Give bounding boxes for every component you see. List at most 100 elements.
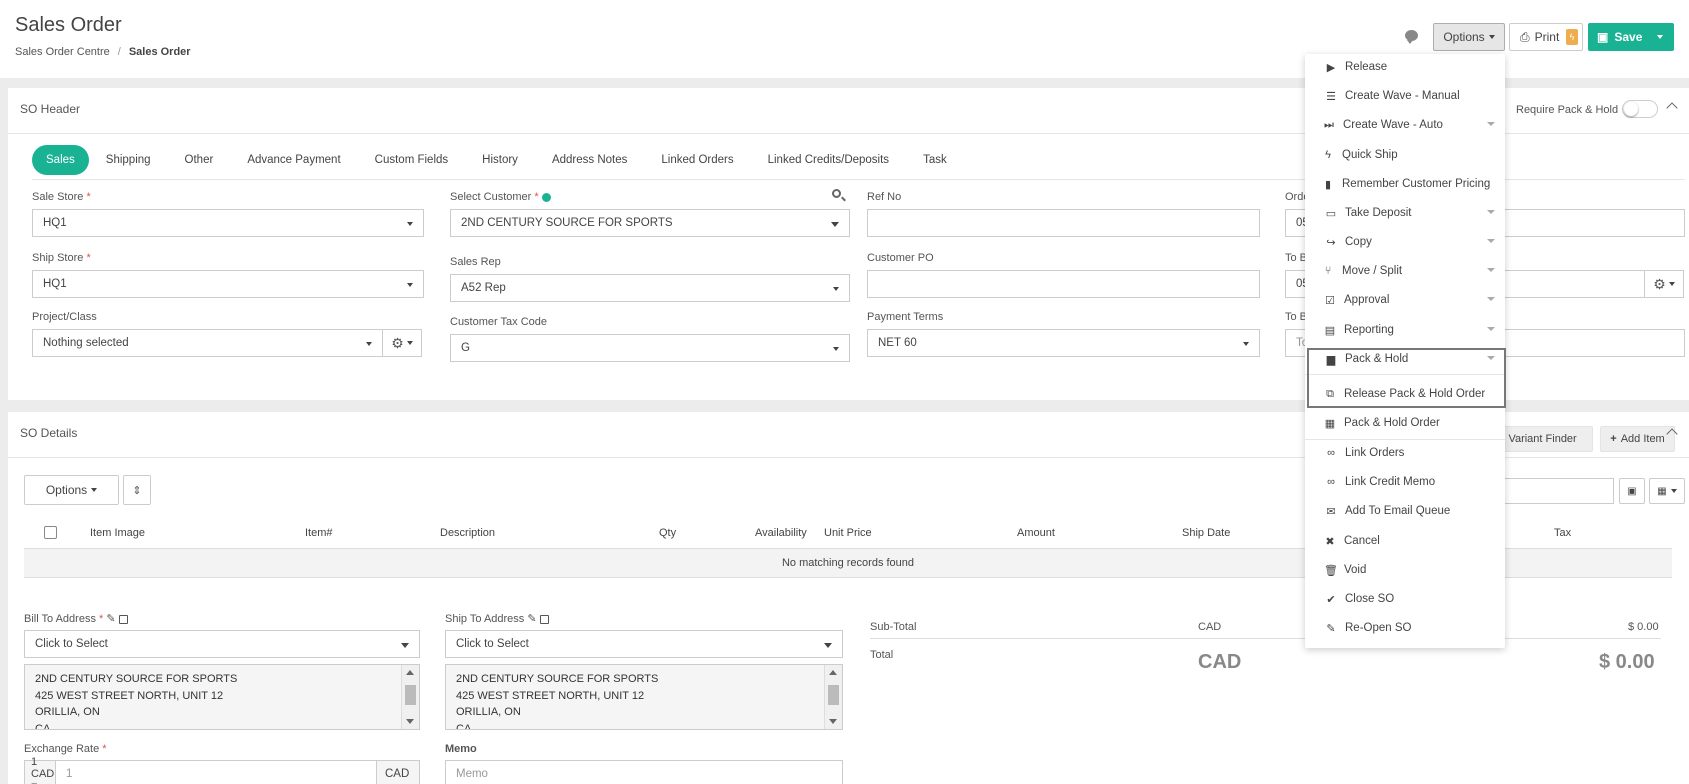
external-link-icon: ⧉ [1326,387,1334,400]
customer-po-label: Customer PO [867,252,934,264]
tab-task[interactable]: Task [906,145,964,175]
caret-down-icon [406,341,413,345]
tab-shipping[interactable]: Shipping [89,145,168,175]
sales-rep-select[interactable]: A52 Rep [450,274,850,302]
bill-to-label: Bill To Address * ✎ [24,612,128,625]
subtotal-label: Sub-Total [870,621,917,633]
bill-to-address-box[interactable]: 2ND CENTURY SOURCE FOR SPORTS 425 WEST S… [24,664,420,730]
column-header[interactable]: Item Image [90,527,145,539]
ship-store-label: Ship Store * [32,252,91,264]
print-button[interactable]: ⎙ Print ϟ [1509,23,1583,51]
menu-item-link-orders[interactable]: ∞ Link Orders [1305,440,1505,466]
require-pack-hold-toggle[interactable] [1622,100,1658,118]
customer-tax-code-select[interactable]: G [450,334,850,362]
save-view-button[interactable]: ▣ [1619,478,1645,504]
menu-item-re-open-so[interactable]: ✎ Re-Open SO [1305,615,1505,641]
tab-advance-payment[interactable]: Advance Payment [230,145,357,175]
payment-terms-label: Payment Terms [867,311,944,323]
exchange-rate-input[interactable]: 1 [55,760,377,784]
select-customer-select[interactable]: 2ND CENTURY SOURCE FOR SPORTS [450,209,850,237]
column-header[interactable]: Tax [1554,527,1571,539]
caret-down-icon [1670,489,1677,493]
add-item-button[interactable]: + Add Item [1600,426,1675,452]
project-class-gear-button[interactable]: ⚙ [382,329,422,357]
tab-custom-fields[interactable]: Custom Fields [358,145,466,175]
menu-item-remember-customer-pricing[interactable]: ▮ Remember Customer Pricing [1305,171,1505,197]
menu-item-void[interactable]: 🗑 Void [1305,557,1505,583]
column-header[interactable]: Description [440,527,495,539]
menu-item-release-pack-hold-order[interactable]: ⧉ Release Pack & Hold Order [1305,381,1505,407]
comment-icon[interactable] [1405,30,1418,44]
ship-to-select[interactable]: Click to Select [445,630,843,658]
column-header[interactable]: Amount [1017,527,1055,539]
breadcrumb: Sales Order Centre / Sales Order [15,46,191,58]
column-header[interactable]: Item# [305,527,333,539]
tab-history[interactable]: History [465,145,535,175]
options-menu: ▶ Release ☰ Create Wave - Manual ⏭ Create W… [1305,54,1505,648]
options-button[interactable]: Options [1433,23,1505,51]
scrollbar[interactable] [824,665,842,729]
trash-icon: 🗑 [1324,564,1338,577]
menu-item-copy[interactable]: ↪ Copy [1305,229,1505,255]
menu-item-create-wave-manual[interactable]: ☰ Create Wave - Manual [1305,83,1505,109]
project-class-select[interactable]: Nothing selected [32,329,383,357]
submenu-caret-icon [1487,327,1495,331]
menu-item-create-wave-auto[interactable]: ⏭ Create Wave - Auto [1305,112,1505,138]
copy-icon [118,614,128,624]
submenu-caret-icon [1487,356,1495,360]
column-header[interactable]: Availability [755,527,807,539]
menu-item-reporting[interactable]: ▤ Reporting [1305,317,1505,343]
columns-button[interactable]: ▦ [1649,478,1685,504]
menu-item-release[interactable]: ▶ Release [1305,54,1505,80]
search-icon[interactable] [832,189,841,198]
totals-divider [870,638,1661,639]
column-header[interactable]: Unit Price [824,527,872,539]
menu-item-approval[interactable]: ☑ Approval [1305,287,1505,313]
menu-item-pack-hold[interactable]: ▆ Pack & Hold [1305,346,1505,372]
step-forward-icon: ⏭ [1324,118,1334,131]
breadcrumb-item-current: Sales Order [128,46,191,58]
menu-item-add-to-email-queue[interactable]: ✉ Add To Email Queue [1305,498,1505,524]
caret-down-icon [1657,35,1663,39]
tab-sales[interactable]: Sales [32,145,89,175]
sort-icon: ⇕ [132,484,142,497]
pencil-icon: ✎ [527,613,537,625]
caret-down-icon [1668,282,1675,286]
breadcrumb-item-sales-order-centre[interactable]: Sales Order Centre [15,46,110,58]
bolt-icon: ϟ [1325,149,1331,161]
menu-item-move-split[interactable]: ⑂ Move / Split [1305,258,1505,284]
sale-store-select[interactable]: HQ1 [32,209,424,237]
ship-to-label: Ship To Address ✎ [445,612,549,625]
bill-to-select[interactable]: Click to Select [24,630,420,658]
column-header[interactable]: Qty [659,527,676,539]
payment-terms-select[interactable]: NET 60 [867,329,1260,357]
menu-item-take-deposit[interactable]: ▭ Take Deposit [1305,200,1505,226]
column-header[interactable]: Ship Date [1182,527,1230,539]
select-all-checkbox[interactable] [44,526,57,539]
save-dropdown-button[interactable] [1646,23,1674,51]
play-icon: ▶ [1326,61,1336,74]
memo-label: Memo [445,743,477,755]
menu-item-cancel[interactable]: ✖ Cancel [1305,528,1505,554]
menu-item-link-credit-memo[interactable]: ∞ Link Credit Memo [1305,469,1505,495]
to-be-gear-button[interactable]: ⚙ [1644,270,1684,298]
menu-item-quick-ship[interactable]: ϟ Quick Ship [1305,142,1505,168]
ship-to-address-box[interactable]: 2ND CENTURY SOURCE FOR SPORTS 425 WEST S… [445,664,843,730]
details-options-button[interactable]: Options [24,475,119,505]
tab-linked-orders[interactable]: Linked Orders [644,145,750,175]
caret-down-icon [833,347,839,351]
menu-item-close-so[interactable]: ✔ Close SO [1305,586,1505,612]
ship-store-select[interactable]: HQ1 [32,270,424,298]
sort-button[interactable]: ⇕ [123,475,151,505]
ref-no-input[interactable] [867,209,1260,237]
caret-down-icon [831,222,839,227]
menu-item-pack-hold-order[interactable]: ▦ Pack & Hold Order [1305,410,1505,436]
caret-down-icon [401,643,409,648]
memo-input[interactable]: Memo [445,760,843,784]
tab-linked-credits-deposits[interactable]: Linked Credits/Deposits [751,145,906,175]
tab-other[interactable]: Other [168,145,231,175]
customer-po-input[interactable] [867,270,1260,298]
scrollbar[interactable] [401,665,419,729]
total-value: $ 0.00 [1599,651,1655,673]
tab-address-notes[interactable]: Address Notes [535,145,644,175]
